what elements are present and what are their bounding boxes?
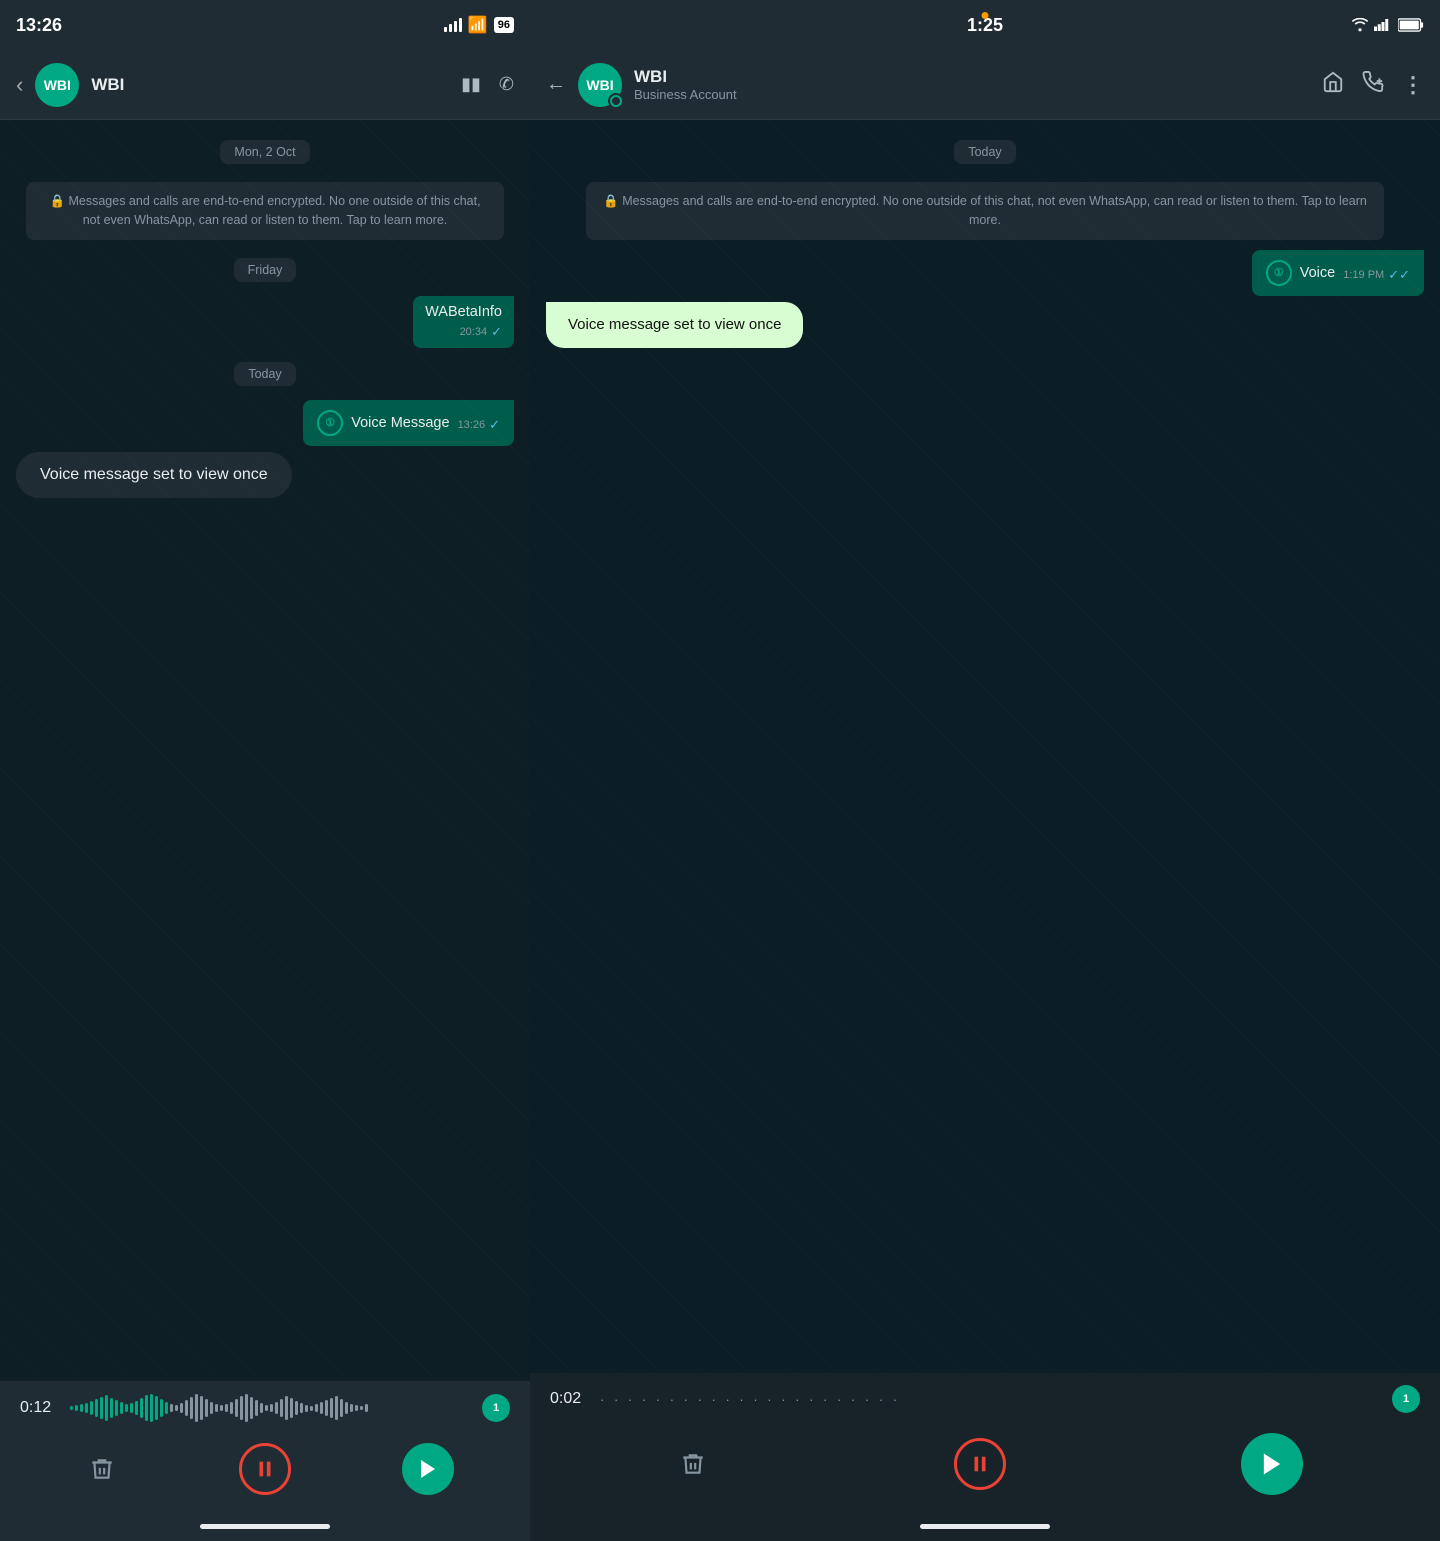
date-divider-3: Today xyxy=(16,362,514,386)
send-button-right[interactable] xyxy=(1241,1433,1303,1495)
voice-player-left: 0:12 1 xyxy=(0,1381,530,1517)
battery-icon-right xyxy=(1398,18,1424,32)
date-divider-right: Today xyxy=(546,140,1424,164)
battery-icon-left: 96 xyxy=(494,17,514,33)
business-badge xyxy=(608,93,624,109)
signal-icon-right xyxy=(1374,18,1392,32)
msg-row-voice: ① Voice Message 13:26 ✓ xyxy=(16,400,514,446)
player-avatar-right: 1 xyxy=(1392,1385,1420,1413)
view-once-icon-right: ① xyxy=(1266,260,1292,286)
delete-button-right[interactable] xyxy=(667,1438,719,1490)
header-icons-right: ⋮ xyxy=(1322,71,1424,99)
video-icon-left[interactable]: ▮▮ xyxy=(461,74,481,95)
voice-player-right: 0:02 · · · · · · · · · · · · · · · · · ·… xyxy=(530,1373,1440,1517)
right-panel: 1:25 ← WBI xyxy=(530,0,1440,1541)
encryption-notice-left[interactable]: 🔒 Messages and calls are end-to-end encr… xyxy=(26,182,504,240)
avatar-left: WBI xyxy=(35,63,79,107)
view-once-notice-left: Voice message set to view once xyxy=(16,452,292,498)
msg-meta-1: 20:34 ✓ xyxy=(425,324,502,340)
chat-header-right: ← WBI WBI Business Account xyxy=(530,50,1440,120)
home-bar-left xyxy=(0,1517,530,1541)
msg-row-voice-right: ① Voice 1:19 PM ✓✓ xyxy=(546,250,1424,296)
add-call-icon-right[interactable] xyxy=(1362,71,1384,99)
dots-waveform-right: · · · · · · · · · · · · · · · · · · · · … xyxy=(600,1392,1382,1407)
wifi-icon-right xyxy=(1352,18,1368,32)
msg-row-wabetainfo: WABetaInfo 20:34 ✓ xyxy=(16,296,514,348)
date-badge-3: Today xyxy=(234,362,295,386)
left-panel: 13:26 📶 96 ‹ WBI WBI ▮▮ ✆ Mon, 2 Oct xyxy=(0,0,530,1541)
msg-ticks-1: ✓ xyxy=(491,324,502,340)
pause-button-left[interactable] xyxy=(239,1443,291,1495)
voice-controls-right xyxy=(550,1425,1420,1511)
chat-area-right: Today 🔒 Messages and calls are end-to-en… xyxy=(530,120,1440,1373)
pause-button-right[interactable] xyxy=(954,1438,1006,1490)
player-avatar-left: 1 xyxy=(482,1394,510,1422)
waveform-left xyxy=(70,1393,472,1423)
status-icons-right xyxy=(1352,18,1424,32)
recording-dot xyxy=(982,12,989,19)
view-once-icon-left: ① xyxy=(317,410,343,436)
date-badge-1: Mon, 2 Oct xyxy=(220,140,309,164)
header-name-right: WBI xyxy=(634,67,1310,87)
header-info-right: WBI Business Account xyxy=(634,67,1310,102)
back-button-right[interactable]: ← xyxy=(546,73,566,96)
voice-player-top-right: 0:02 · · · · · · · · · · · · · · · · · ·… xyxy=(550,1385,1420,1413)
voice-msg-ticks-right: ✓✓ xyxy=(1388,267,1410,283)
header-sub-right: Business Account xyxy=(634,87,1310,102)
delete-button-left[interactable] xyxy=(76,1443,128,1495)
phone-icon-left[interactable]: ✆ xyxy=(499,74,514,95)
player-time-left: 0:12 xyxy=(20,1399,60,1417)
signal-bars-left xyxy=(444,18,462,32)
voice-msg-ticks-left: ✓ xyxy=(489,417,500,433)
chat-area-left: Mon, 2 Oct 🔒 Messages and calls are end-… xyxy=(0,120,530,1381)
view-once-notice-right: Voice message set to view once xyxy=(546,302,803,348)
date-divider-1: Mon, 2 Oct xyxy=(16,140,514,164)
voice-msg-meta-right: 1:19 PM ✓✓ xyxy=(1343,267,1410,283)
date-divider-2: Friday xyxy=(16,258,514,282)
status-bar-left: 13:26 📶 96 xyxy=(0,0,530,50)
store-icon-right[interactable] xyxy=(1322,71,1344,99)
home-bar-line-right xyxy=(920,1524,1050,1529)
view-once-row-left: Voice message set to view once xyxy=(16,452,514,498)
header-info-left: WBI xyxy=(91,75,449,95)
voice-msg-meta-left: 13:26 ✓ xyxy=(458,417,500,433)
msg-bubble-wabetainfo[interactable]: WABetaInfo 20:34 ✓ xyxy=(413,296,514,348)
voice-msg-bubble-left[interactable]: ① Voice Message 13:26 ✓ xyxy=(303,400,514,446)
voice-msg-bubble-right[interactable]: ① Voice 1:19 PM ✓✓ xyxy=(1252,250,1424,296)
send-button-left[interactable] xyxy=(402,1443,454,1495)
home-bar-line-left xyxy=(200,1524,330,1529)
header-name-left: WBI xyxy=(91,75,449,95)
more-icon-right[interactable]: ⋮ xyxy=(1402,72,1424,98)
date-badge-right: Today xyxy=(954,140,1015,164)
encryption-notice-right[interactable]: 🔒 Messages and calls are end-to-end encr… xyxy=(586,182,1384,240)
status-icons-left: 📶 96 xyxy=(444,15,514,35)
date-badge-2: Friday xyxy=(234,258,297,282)
status-bar-right: 1:25 xyxy=(530,0,1440,50)
view-once-row-right: Voice message set to view once xyxy=(546,302,1424,348)
back-button-left[interactable]: ‹ xyxy=(16,72,23,98)
status-time-left: 13:26 xyxy=(16,15,62,36)
header-icons-left: ▮▮ ✆ xyxy=(461,74,514,95)
chat-header-left: ‹ WBI WBI ▮▮ ✆ xyxy=(0,50,530,120)
player-time-right: 0:02 xyxy=(550,1390,590,1408)
wifi-icon-left: 📶 xyxy=(468,15,488,35)
home-bar-right xyxy=(530,1517,1440,1541)
voice-controls-left xyxy=(20,1435,510,1511)
voice-player-top-left: 0:12 1 xyxy=(20,1393,510,1423)
avatar-right: WBI xyxy=(578,63,622,107)
